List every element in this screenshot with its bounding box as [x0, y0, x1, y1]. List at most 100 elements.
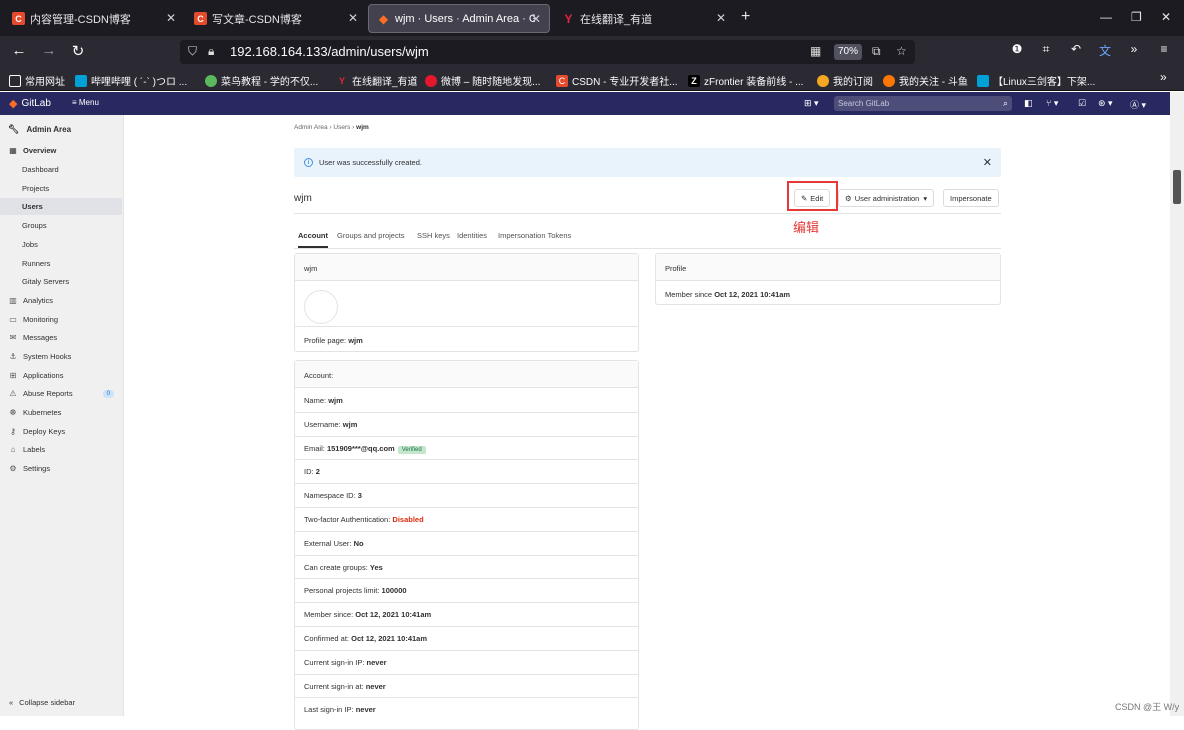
sidebar-item-groups[interactable]: Groups — [0, 217, 123, 234]
collapse-sidebar-button[interactable]: « Collapse sidebar — [9, 698, 75, 707]
forward-icon[interactable]: → — [39, 42, 59, 59]
account-row: Name: wjm — [295, 396, 638, 405]
scrollbar-thumb[interactable] — [1173, 170, 1181, 204]
search-input[interactable]: Search GitLab ⌕ — [834, 96, 1012, 111]
hamburger-menu-icon[interactable]: ≡ — [1154, 42, 1174, 56]
verified-badge: Verified — [397, 445, 426, 454]
help-icon[interactable]: ⊛ ▾ — [1098, 98, 1113, 109]
restore-icon[interactable]: ❐ — [1131, 10, 1142, 24]
tab-account[interactable]: Account — [298, 231, 328, 248]
sidebar-item-jobs[interactable]: Jobs — [0, 236, 123, 253]
row-label: Last sign-in IP: — [304, 705, 354, 715]
sidebar-item-runners[interactable]: Runners — [0, 255, 123, 272]
sidebar-item-deploy-keys[interactable]: ⚷ Deploy Keys — [0, 423, 123, 440]
minimize-icon[interactable]: — — [1100, 10, 1112, 24]
browser-tab[interactable]: C 写文章-CSDN博客 ✕ — [186, 4, 366, 33]
shield-icon[interactable]: ⛉ — [188, 44, 197, 59]
translate-extension-icon[interactable]: 文 — [1095, 42, 1115, 59]
user-avatar-icon[interactable]: Ⓐ ▾ — [1130, 98, 1146, 111]
sidebar-item-labels[interactable]: ⌂ Labels — [0, 441, 123, 458]
hamburger-icon: ≡ — [72, 98, 79, 107]
sidebar-item-kubernetes[interactable]: ☸ Kubernetes — [0, 404, 123, 421]
new-tab-icon[interactable]: + — [741, 8, 750, 26]
sidebar-item-applications[interactable]: ⊞ Applications — [0, 367, 123, 384]
close-icon[interactable]: ✕ — [531, 12, 541, 26]
tab-identities[interactable]: Identities — [457, 231, 487, 240]
undo-icon[interactable]: ↶ — [1066, 42, 1086, 56]
tab-title: 内容管理-CSDN博客 — [30, 13, 131, 26]
sidebar-item-overview[interactable]: ▦ Overview — [0, 142, 123, 159]
close-icon[interactable]: ✕ — [983, 156, 992, 169]
bookmark-item[interactable]: C CSDN - 专业开发者社... — [556, 73, 678, 88]
bookmark-item[interactable]: 常用网址 — [9, 73, 65, 88]
tab-ssh-keys[interactable]: SSH keys — [417, 231, 450, 240]
back-icon[interactable]: ← — [9, 42, 29, 59]
breadcrumb-current[interactable]: wjm — [356, 124, 369, 131]
reload-icon[interactable]: ↻ — [68, 42, 88, 60]
translate-icon[interactable]: ⧉ — [872, 44, 881, 59]
sidebar-item-gitaly-servers[interactable]: Gitaly Servers — [0, 273, 123, 290]
sidebar-item-label: Messages — [23, 333, 58, 342]
account-row: Confirmed at: Oct 12, 2021 10:41am — [295, 634, 638, 643]
page-scrollbar[interactable] — [1170, 92, 1184, 716]
zoom-level[interactable]: 70% — [834, 44, 862, 60]
more-extensions-icon[interactable]: » — [1124, 42, 1144, 56]
sidebar-item-monitoring[interactable]: ▭ Monitoring — [0, 311, 123, 328]
merge-requests-icon[interactable]: ⑂ ▾ — [1046, 98, 1058, 109]
bookmark-item[interactable]: 我的关注 - 斗鱼 — [883, 73, 968, 88]
sidebar-title[interactable]: 🔧︎ Admin Area — [8, 124, 71, 135]
divider — [295, 326, 638, 327]
row-value: 3 — [357, 491, 362, 501]
collapse-label: Collapse sidebar — [19, 698, 76, 707]
bookmark-item[interactable]: ZzFrontier 装备前线 - ... — [688, 73, 803, 88]
sidebar-item-users[interactable]: Users — [0, 198, 122, 215]
breadcrumb-users[interactable]: Users — [333, 124, 350, 131]
row-label: Username: — [304, 419, 341, 429]
qr-code-icon[interactable]: ▦ — [810, 44, 821, 58]
close-icon[interactable]: ✕ — [166, 11, 176, 25]
row-label: Name: — [304, 396, 327, 405]
sidebar-item-analytics[interactable]: ▥ Analytics — [0, 292, 123, 309]
sidebar-item-system-hooks[interactable]: ⚓ System Hooks — [0, 348, 123, 365]
close-window-icon[interactable]: ✕ — [1161, 10, 1171, 24]
new-item-icon[interactable]: ⊞ ▾ — [804, 98, 819, 109]
sidebar-item-messages[interactable]: ✉ Messages — [0, 329, 123, 346]
profile-page-link[interactable]: wjm — [348, 336, 363, 345]
user-administration-dropdown[interactable]: ⚙ User administration ▾ — [838, 189, 935, 207]
gitlab-logo[interactable]: ◆ GitLab — [9, 97, 51, 110]
issues-icon[interactable]: ◧ — [1024, 98, 1033, 109]
browser-tab[interactable]: Y 在线翻译_有道 ✕ — [554, 4, 734, 33]
sidebar-item-settings[interactable]: ⚙ Settings — [0, 460, 123, 477]
menu-button[interactable]: ≡ Menu — [72, 98, 99, 107]
bookmark-label: 哔哩哔哩 ( ´-` )つロ ... — [91, 77, 188, 88]
account-row: Last sign-in IP: never — [295, 705, 638, 714]
sidebar-item-abuse-reports[interactable]: ⚠ Abuse Reports 0 — [0, 385, 123, 402]
address-bar[interactable]: ⛉ 🔒︎ 192.168.164.133/admin/users/wjm ▦ 7… — [180, 40, 915, 64]
browser-tab[interactable]: C 内容管理-CSDN博客 ✕ — [4, 4, 184, 33]
bookmark-item[interactable]: Y 在线翻译_有道 — [336, 73, 418, 89]
todos-icon[interactable]: ☑ — [1078, 98, 1086, 109]
gitlab-top-bar: ◆ GitLab ≡ Menu ⊞ ▾ Search GitLab ⌕ ◧ ⑂ ▾ … — [0, 92, 1170, 115]
bookmark-item[interactable]: 菜鸟教程 - 学的不仅... — [205, 73, 318, 88]
bookmark-item[interactable]: 微博 – 随时随地发现... — [425, 73, 540, 88]
avatar — [304, 290, 338, 324]
bookmark-item[interactable]: 【Linux三剑客】下架... — [977, 73, 1095, 88]
bookmark-item[interactable]: 哔哩哔哩 ( ´-` )つロ ... — [75, 73, 187, 88]
bookmark-star-icon[interactable]: ☆ — [896, 44, 907, 58]
lock-icon[interactable]: 🔒︎ — [208, 44, 214, 59]
tab-impersonation-tokens[interactable]: Impersonation Tokens — [498, 231, 571, 240]
bookmark-item[interactable]: 我的订阅 — [817, 73, 873, 88]
browser-tab-active[interactable]: ◆ wjm · Users · Admin Area · Gi ✕ — [368, 4, 550, 33]
crop-icon[interactable]: ⌗ — [1036, 42, 1056, 57]
url-text[interactable]: 192.168.164.133/admin/users/wjm — [230, 44, 429, 59]
more-bookmarks-icon[interactable]: » — [1160, 70, 1167, 84]
breadcrumb-admin-area[interactable]: Admin Area — [294, 124, 328, 131]
tab-groups-and-projects[interactable]: Groups and projects — [337, 231, 405, 240]
close-icon[interactable]: ✕ — [348, 11, 358, 25]
close-icon[interactable]: ✕ — [716, 11, 726, 25]
sidebar-item-projects[interactable]: Projects — [0, 180, 123, 197]
sidebar-item-dashboard[interactable]: Dashboard — [0, 161, 123, 178]
impersonate-button[interactable]: Impersonate — [943, 189, 999, 207]
sidebar-title-label: Admin Area — [26, 125, 72, 134]
notification-badge-icon[interactable]: ❶ — [1007, 42, 1027, 56]
